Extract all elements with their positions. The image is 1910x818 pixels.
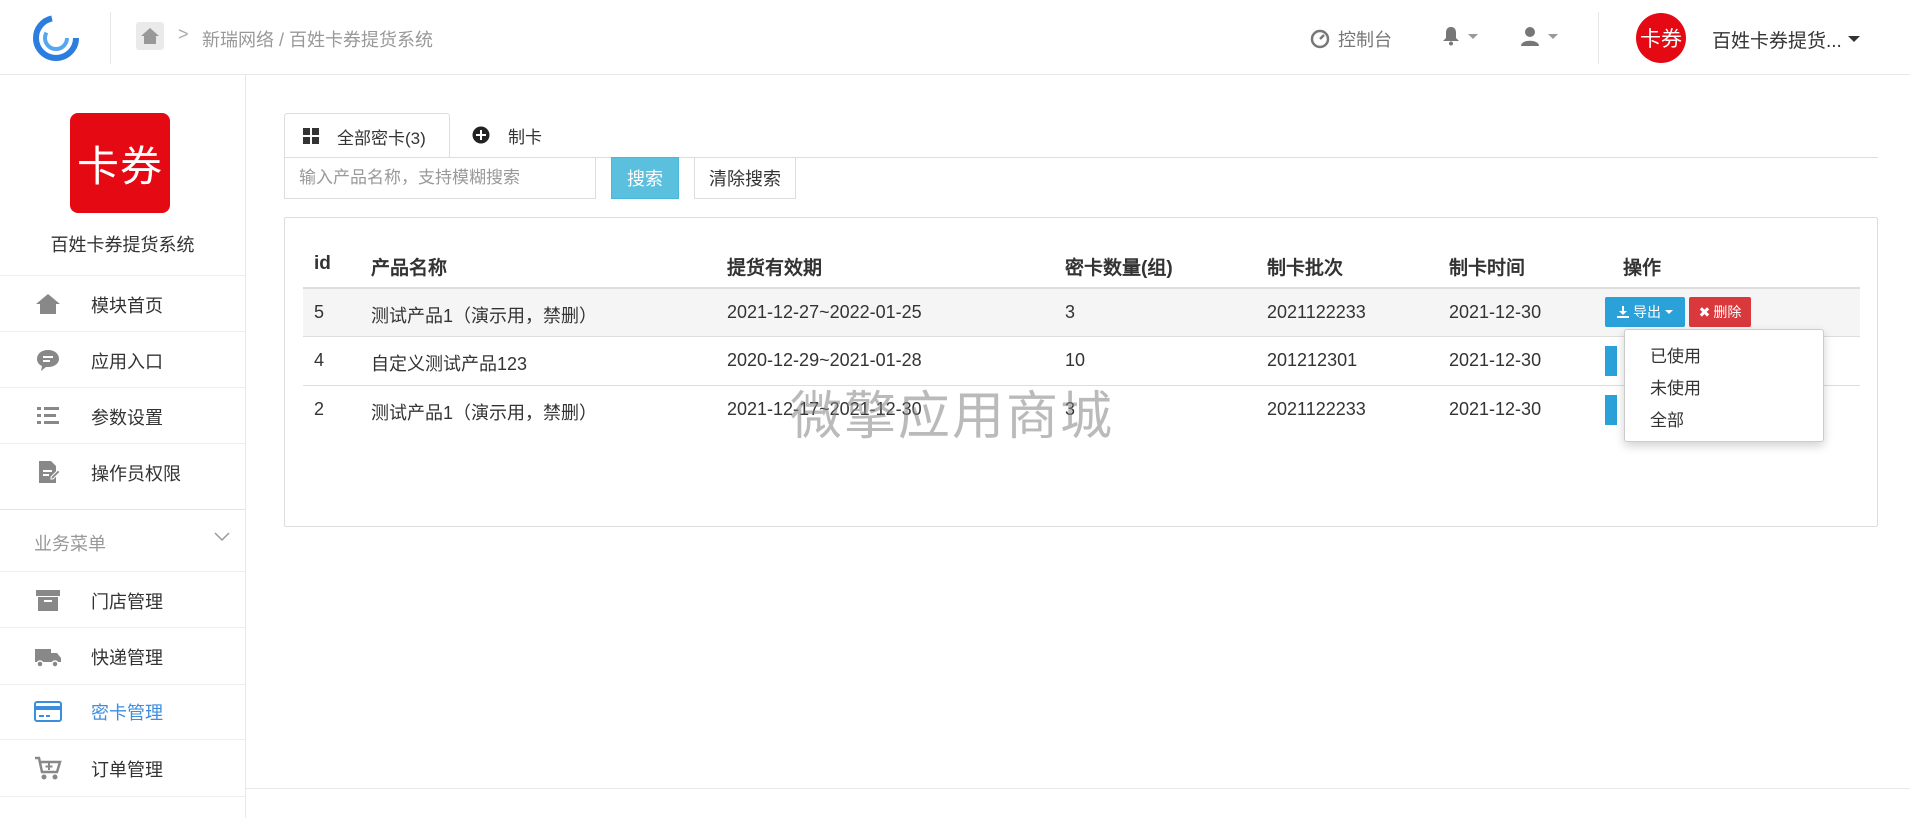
tab-make-card[interactable]: 制卡 — [472, 113, 582, 157]
search-input[interactable] — [284, 157, 596, 199]
cell-id: 2 — [314, 399, 325, 419]
column-header: 密卡数量(组) — [1065, 258, 1173, 279]
cell-time: 2021-12-30 — [1449, 302, 1542, 322]
column-header: 产品名称 — [371, 258, 448, 279]
dashboard-icon — [1310, 29, 1330, 49]
sidebar-item-label: 参数设置 — [91, 408, 163, 428]
caret-down-icon — [1468, 33, 1478, 39]
breadcrumb[interactable]: 新瑞网络 / 百姓卡券提货系统 — [202, 26, 433, 52]
cell-id: 5 — [314, 302, 325, 322]
console-label: 控制台 — [1338, 30, 1392, 50]
sidebar-item-stores[interactable]: 门店管理 — [0, 571, 245, 628]
cell-quantity: 3 — [1065, 302, 1076, 322]
close-icon: ✖ — [1698, 303, 1711, 320]
cell-batch: 2021122233 — [1267, 399, 1366, 419]
cell-validity: 2020-12-29~2021-01-28 — [727, 350, 922, 370]
caret-down-icon — [1548, 33, 1558, 39]
breadcrumb-home-button[interactable] — [136, 22, 164, 50]
export-dropdown-menu: 已使用 未使用 全部 — [1624, 329, 1824, 442]
user-name[interactable]: 百姓卡券提货... — [1712, 26, 1842, 53]
sidebar-item-label: 门店管理 — [91, 592, 163, 612]
sidebar-item-label: 订单管理 — [91, 760, 163, 780]
sidebar-group-business[interactable]: 业务菜单 — [0, 509, 245, 572]
tab-all-cards[interactable]: 全部密卡(3) — [284, 113, 450, 159]
caret-down-icon — [1665, 310, 1673, 314]
cell-batch: 2021122233 — [1267, 302, 1366, 322]
plus-circle-icon — [472, 126, 490, 144]
home-icon — [141, 28, 159, 44]
search-button[interactable]: 搜索 — [611, 157, 679, 199]
export-label: 导出 — [1633, 304, 1661, 320]
export-button[interactable] — [1605, 395, 1617, 425]
export-button[interactable]: 导出 — [1605, 297, 1685, 327]
user-icon — [1521, 27, 1539, 46]
menu-item-unused[interactable]: 未使用 — [1650, 374, 1701, 399]
sidebar-group-label: 业务菜单 — [34, 534, 106, 554]
sidebar-item-settings[interactable]: 参数设置 — [0, 387, 245, 444]
notifications-button[interactable] — [1442, 26, 1478, 46]
cell-time: 2021-12-30 — [1449, 399, 1542, 419]
divider — [246, 788, 1910, 789]
chevron-down-icon — [214, 532, 230, 542]
download-icon — [1617, 306, 1629, 318]
sidebar-item-label: 模块首页 — [91, 296, 163, 316]
archive-icon — [36, 590, 60, 611]
tab-label: 制卡 — [508, 127, 542, 147]
divider — [1598, 12, 1599, 64]
column-header: 制卡时间 — [1449, 258, 1526, 279]
tab-bar: 全部密卡(3) 制卡 — [284, 113, 1878, 159]
avatar[interactable]: 卡券 — [1636, 13, 1686, 63]
sidebar-item-label: 密卡管理 — [91, 703, 163, 723]
menu-item-used[interactable]: 已使用 — [1650, 342, 1701, 367]
sidebar-item-label: 快递管理 — [91, 648, 163, 668]
doc-edit-icon — [39, 461, 61, 483]
home-icon — [36, 294, 60, 314]
clear-search-button[interactable]: 清除搜索 — [694, 157, 796, 199]
cell-batch: 201212301 — [1267, 350, 1358, 370]
export-button[interactable] — [1605, 346, 1617, 376]
top-bar: > 新瑞网络 / 百姓卡券提货系统 控制台 卡券 百姓卡券提货... — [0, 0, 1910, 75]
column-header: 制卡批次 — [1267, 258, 1344, 279]
divider — [110, 12, 111, 64]
delete-label: 删除 — [1713, 304, 1742, 320]
sidebar-item-label: 操作员权限 — [91, 464, 181, 484]
brand-logo: 卡券 — [70, 113, 170, 213]
cell-time: 2021-12-30 — [1449, 350, 1542, 370]
app-logo-icon[interactable] — [30, 12, 82, 64]
bell-icon — [1443, 27, 1459, 46]
column-header: 提货有效期 — [727, 258, 823, 279]
tab-label: 全部密卡(3) — [337, 128, 426, 148]
user-menu-button[interactable] — [1520, 26, 1558, 46]
watermark: 微擎应用商城 — [790, 388, 1115, 446]
truck-icon — [35, 649, 61, 668]
cell-product: 测试产品1（演示用，禁删） — [371, 403, 598, 423]
sidebar-item-express[interactable]: 快递管理 — [0, 627, 245, 685]
brand-name: 百姓卡券提货系统 — [50, 235, 195, 255]
cart-icon — [35, 756, 62, 780]
cell-validity: 2021-12-27~2022-01-25 — [727, 302, 922, 322]
menu-item-all[interactable]: 全部 — [1650, 406, 1684, 431]
cell-id: 4 — [314, 350, 325, 370]
column-header: id — [314, 253, 331, 274]
cell-product: 测试产品1（演示用，禁删） — [371, 306, 598, 326]
chat-icon — [37, 350, 59, 371]
caret-down-icon[interactable] — [1848, 36, 1860, 42]
sidebar-item-home[interactable]: 模块首页 — [0, 275, 245, 332]
sidebar-item-orders[interactable]: 订单管理 — [0, 739, 245, 797]
credit-card-icon — [34, 701, 62, 722]
cell-quantity: 10 — [1065, 350, 1086, 370]
chevron-right-icon: > — [178, 24, 189, 44]
sidebar: 卡券 百姓卡券提货系统 模块首页 应用入口 参数设置 操作员权限 业务菜单 门店… — [0, 75, 246, 818]
sidebar-item-cards[interactable]: 密卡管理 — [0, 683, 245, 739]
sidebar-item-label: 应用入口 — [91, 352, 163, 372]
delete-button[interactable]: ✖ 删除 — [1689, 297, 1751, 327]
sidebar-item-operators[interactable]: 操作员权限 — [0, 443, 245, 500]
console-link[interactable]: 控制台 — [1310, 26, 1392, 52]
list-icon — [37, 407, 59, 424]
sidebar-item-app-entry[interactable]: 应用入口 — [0, 331, 245, 388]
column-header: 操作 — [1623, 258, 1662, 279]
cell-product: 自定义测试产品123 — [371, 354, 528, 374]
grid-icon — [303, 128, 319, 144]
